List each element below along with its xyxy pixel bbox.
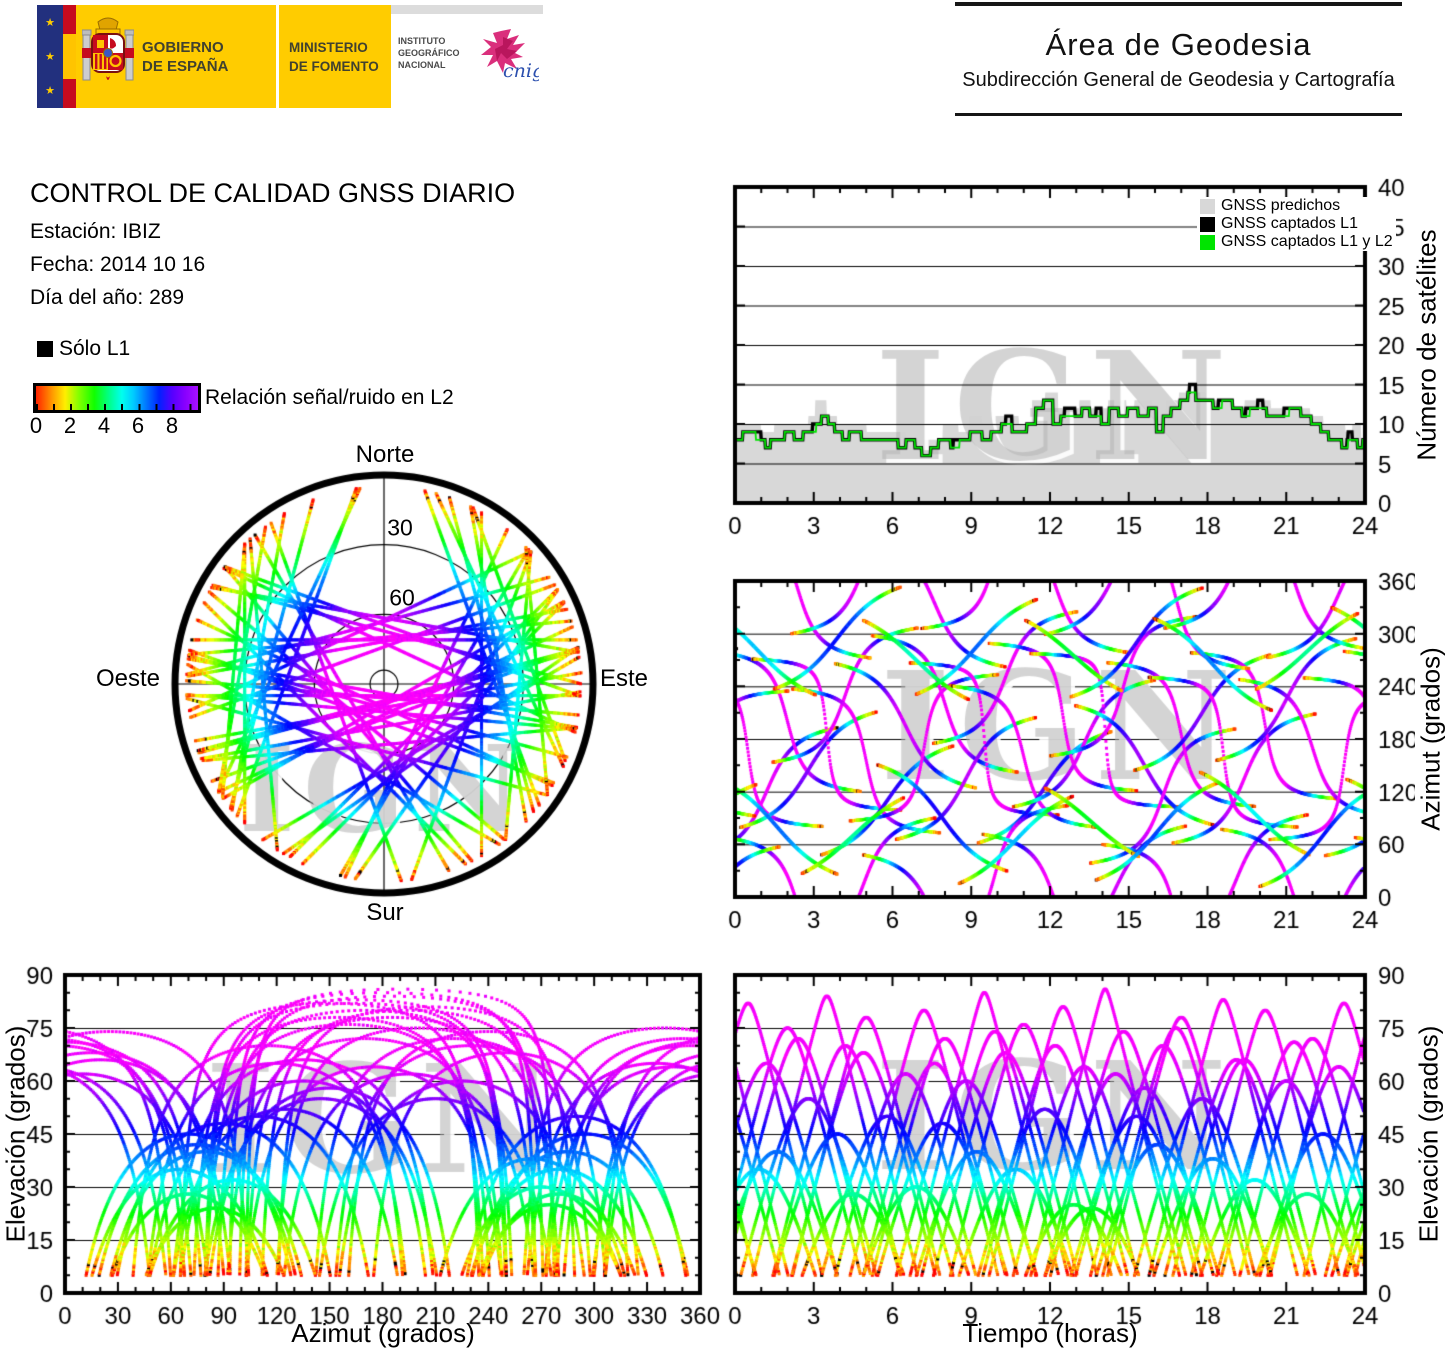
star-icon: ★ — [45, 50, 55, 63]
legend-row-predichos: GNSS predichos — [1197, 197, 1396, 215]
colorbar-tick-labels: 0 2 4 6 8 — [29, 413, 201, 438]
compass-east-label: Este — [599, 665, 649, 692]
skyplot-canvas — [160, 450, 610, 920]
snr-colorbar — [33, 383, 201, 413]
compass-west-label: Oeste — [95, 665, 161, 692]
star-icon: ★ — [45, 85, 55, 98]
ministerio-label: MINISTERIO DE FOMENTO — [289, 39, 379, 74]
eu-stars-band: ★ ★ ★ — [37, 5, 63, 108]
colorbar-tick: 4 — [97, 413, 111, 438]
solo-l1-legend: Sólo L1 — [37, 337, 130, 361]
gray-strip — [391, 5, 543, 14]
colorbar-tick: 2 — [63, 413, 77, 438]
solo-l1-label: Sólo L1 — [59, 337, 131, 360]
doy-line: Día del año: 289 — [30, 286, 185, 309]
gnss-quality-report: ★ ★ ★ GOBIERNO DE ESPAÑA MINISTERIO DE F… — [0, 0, 1445, 1350]
elev-left-axis-title: Elevación (grados) — [0, 1025, 31, 1243]
ign-box: INSTITUTO GEOGRÁFICO NACIONAL cnig — [391, 5, 543, 108]
colorbar-tick: 0 — [29, 413, 43, 438]
spain-coat-of-arms-icon — [82, 17, 134, 80]
elev-azimut-chart-canvas — [20, 965, 720, 1335]
sat-count-legend: GNSS predichos GNSS captados L1 GNSS cap… — [1197, 197, 1396, 251]
compass-south-label: Sur — [366, 899, 404, 926]
black-square-icon — [1200, 216, 1215, 232]
azimut-axis-title: Azimut (grados) — [1415, 647, 1445, 831]
area-title: Área de Geodesia — [1045, 27, 1312, 62]
colorbar-tick: 8 — [165, 413, 179, 438]
elev-time-chart-canvas — [700, 965, 1415, 1335]
elev-right-axis-title: Elevación (grados) — [1413, 1025, 1444, 1243]
area-subtitle: Subdirección General de Geodesia y Carto… — [962, 69, 1395, 91]
sat-count-axis-title: Número de satélites — [1411, 229, 1442, 461]
ring-30-label: 30 — [387, 514, 413, 541]
cnig-logo-icon: cnig — [481, 29, 539, 82]
colorbar-ticks — [36, 404, 198, 410]
star-icon: ★ — [45, 16, 55, 29]
gobierno-box: GOBIERNO DE ESPAÑA — [76, 5, 276, 108]
area-geodesia-header: Área de Geodesia Subdirección General de… — [955, 2, 1402, 116]
cnig-wordmark: cnig — [503, 60, 539, 82]
black-square-icon — [37, 341, 53, 357]
azimut-time-chart-canvas — [700, 570, 1415, 935]
legend-row-l1: GNSS captados L1 — [1197, 215, 1396, 233]
colorbar-label: Relación señal/ruido en L2 — [205, 386, 454, 409]
legend-label: GNSS captados L1 y L2 — [1221, 233, 1393, 250]
compass-north-label: Norte — [355, 441, 415, 468]
green-square-icon — [1200, 234, 1215, 250]
legend-row-l1l2: GNSS captados L1 y L2 — [1197, 233, 1396, 251]
instituto-label: INSTITUTO GEOGRÁFICO NACIONAL — [398, 36, 460, 70]
legend-label: GNSS predichos — [1221, 197, 1341, 214]
azimut-bottom-axis-title: Azimut (grados) — [291, 1318, 475, 1348]
ring-60-label: 60 — [389, 584, 415, 611]
date-line: Fecha: 2014 10 16 — [30, 253, 206, 276]
page-title: CONTROL DE CALIDAD GNSS DIARIO — [30, 178, 516, 208]
gray-square-icon — [1200, 198, 1215, 214]
ministerio-box: MINISTERIO DE FOMENTO — [279, 5, 391, 108]
gov-logo-block: ★ ★ ★ GOBIERNO DE ESPAÑA MINISTERIO DE F… — [37, 5, 543, 108]
tiempo-axis-title: Tiempo (horas) — [962, 1318, 1138, 1348]
colorbar-tick: 6 — [131, 413, 145, 438]
legend-label: GNSS captados L1 — [1221, 215, 1358, 232]
spain-flag-icon — [63, 5, 76, 108]
station-line: Estación: IBIZ — [30, 220, 161, 243]
gobierno-label: GOBIERNO DE ESPAÑA — [142, 38, 229, 75]
